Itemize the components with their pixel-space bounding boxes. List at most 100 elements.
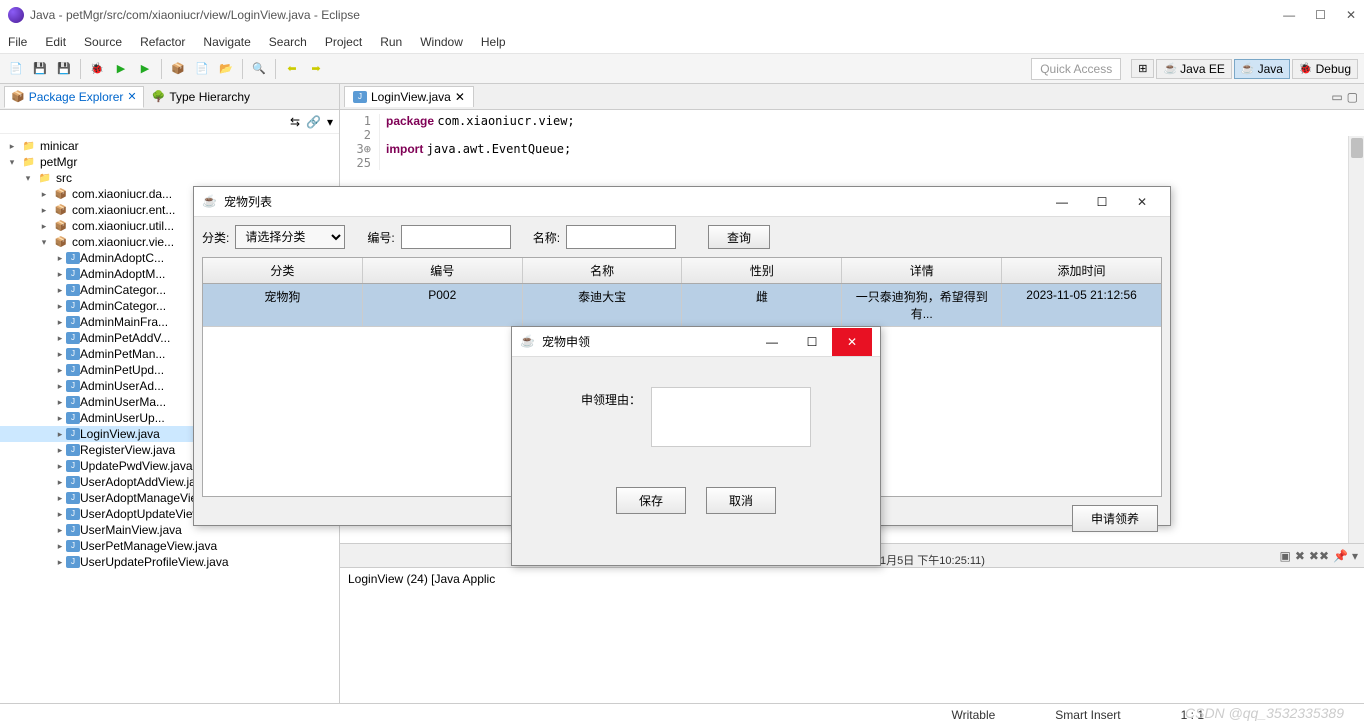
run-icon[interactable]: ▶ (111, 59, 131, 79)
java-file-icon: J (353, 91, 367, 103)
search-icon[interactable]: 🔍 (249, 59, 269, 79)
claim-minimize[interactable]: — (752, 328, 792, 356)
java-file-icon: J (66, 412, 80, 424)
name-label: 名称: (533, 229, 560, 246)
category-select[interactable]: 请选择分类 (235, 225, 345, 249)
menu-refactor[interactable]: Refactor (140, 35, 185, 49)
openfolder-icon[interactable]: 📂 (216, 59, 236, 79)
new-icon[interactable]: 📄 (6, 59, 26, 79)
status-writable: Writable (951, 708, 995, 722)
package-icon (53, 219, 69, 233)
file-item[interactable]: ▸J UserUpdateProfileView.java (0, 554, 339, 570)
menu-navigate[interactable]: Navigate (203, 35, 250, 49)
eclipse-icon (8, 7, 24, 23)
java-file-icon: J (66, 396, 80, 408)
name-input[interactable] (566, 225, 676, 249)
maximize-button[interactable]: ☐ (1315, 8, 1326, 22)
maximize-view-icon[interactable]: ▢ (1347, 90, 1358, 104)
search-button[interactable]: 查询 (708, 225, 770, 249)
back-icon[interactable]: ⬅ (282, 59, 302, 79)
close-tab-icon[interactable]: ✕ (455, 90, 465, 104)
tab-package-explorer[interactable]: 📦 Package Explorer ✕ (4, 86, 144, 108)
table-row[interactable]: 宠物狗P002泰迪大宝雌一只泰迪狗狗，希望得到有...2023-11-05 21… (203, 284, 1161, 326)
claim-close[interactable]: ✕ (832, 328, 872, 356)
saveall-icon[interactable]: 💾 (54, 59, 74, 79)
petlist-close[interactable]: ✕ (1122, 188, 1162, 216)
menu-run[interactable]: Run (380, 35, 402, 49)
editor-scrollbar[interactable] (1348, 136, 1364, 543)
java-file-icon: J (66, 556, 80, 568)
java-file-icon: J (66, 508, 80, 520)
main-toolbar: 📄 💾 💾 🐞 ▶ ▶ 📦 📄 📂 🔍 ⬅ ➡ Quick Access ⊞ ☕… (0, 54, 1364, 84)
status-bar: Writable Smart Insert 1 : 1 (0, 703, 1364, 725)
menu-bar: File Edit Source Refactor Navigate Searc… (0, 30, 1364, 54)
id-label: 编号: (367, 229, 394, 246)
newclass-icon[interactable]: 📄 (192, 59, 212, 79)
pet-search-bar: 分类: 请选择分类 编号: 名称: 查询 (194, 217, 1170, 257)
menu-help[interactable]: Help (481, 35, 506, 49)
collapse-all-icon[interactable]: ⇆ (290, 115, 300, 129)
minimize-view-icon[interactable]: ▭ (1331, 90, 1342, 104)
java-app-icon (520, 334, 536, 350)
save-icon[interactable]: 💾 (30, 59, 50, 79)
console-suffix: 1月5日 下午10:25:11) (880, 552, 985, 568)
menu-edit[interactable]: Edit (45, 35, 66, 49)
apply-adopt-button[interactable]: 申请领养 (1072, 505, 1158, 532)
console-pin-icon[interactable]: 📌 (1333, 549, 1348, 563)
console-remove-icon[interactable]: ✖ (1295, 549, 1305, 563)
reason-textarea[interactable] (651, 387, 811, 447)
file-item[interactable]: ▸J UserPetManageView.java (0, 538, 339, 554)
view-menu-icon[interactable]: ▾ (327, 115, 333, 129)
java-file-icon: J (66, 460, 80, 472)
forward-icon[interactable]: ➡ (306, 59, 326, 79)
tab-type-hierarchy[interactable]: 🌳 Type Hierarchy (146, 87, 256, 107)
java-file-icon: J (66, 428, 80, 440)
perspective-java[interactable]: ☕ Java (1234, 59, 1290, 79)
save-button[interactable]: 保存 (616, 487, 686, 514)
perspective-javaee[interactable]: ☕ Java EE (1156, 59, 1231, 79)
pet-claim-window: 宠物申领 — ☐ ✕ 申领理由： 保存 取消 (511, 326, 881, 566)
reason-label: 申领理由： (581, 387, 641, 408)
java-file-icon: J (66, 284, 80, 296)
console-menu-icon[interactable]: ▾ (1352, 549, 1358, 563)
src-folder-icon (37, 171, 53, 185)
petlist-minimize[interactable]: — (1042, 188, 1082, 216)
window-titlebar: Java - petMgr/src/com/xiaoniucr/view/Log… (0, 0, 1364, 30)
menu-file[interactable]: File (8, 35, 27, 49)
java-file-icon: J (66, 252, 80, 264)
menu-project[interactable]: Project (325, 35, 362, 49)
console-removeall-icon[interactable]: ✖✖ (1309, 549, 1329, 563)
perspective-debug[interactable]: 🐞 Debug (1292, 59, 1358, 79)
quick-access-input[interactable]: Quick Access (1031, 58, 1121, 80)
id-input[interactable] (401, 225, 511, 249)
java-file-icon: J (66, 300, 80, 312)
project-icon (21, 139, 37, 153)
link-editor-icon[interactable]: 🔗 (306, 115, 321, 129)
java-file-icon: J (66, 524, 80, 536)
package-icon (53, 187, 69, 201)
menu-window[interactable]: Window (420, 35, 463, 49)
menu-search[interactable]: Search (269, 35, 307, 49)
runex-icon[interactable]: ▶ (135, 59, 155, 79)
editor-tabs: JLoginView.java ✕ ▭ ▢ (340, 84, 1364, 110)
debug-icon[interactable]: 🐞 (87, 59, 107, 79)
newpkg-icon[interactable]: 📦 (168, 59, 188, 79)
editor-tab-loginview[interactable]: JLoginView.java ✕ (344, 86, 474, 107)
java-app-icon (202, 194, 218, 210)
open-perspective-button[interactable]: ⊞ (1131, 59, 1154, 78)
java-file-icon: J (66, 364, 80, 376)
project-icon (21, 155, 37, 169)
java-file-icon: J (66, 540, 80, 552)
cancel-button[interactable]: 取消 (706, 487, 776, 514)
console-stop-icon[interactable]: ▣ (1280, 549, 1291, 563)
menu-source[interactable]: Source (84, 35, 122, 49)
window-title: Java - petMgr/src/com/xiaoniucr/view/Log… (30, 8, 360, 22)
java-file-icon: J (66, 348, 80, 360)
package-icon (53, 203, 69, 217)
table-header: 分类编号名称性别详情添加时间 (203, 258, 1161, 284)
petlist-maximize[interactable]: ☐ (1082, 188, 1122, 216)
minimize-button[interactable]: — (1283, 8, 1295, 22)
console-view: ▣ ✖ ✖✖ 📌 ▾ LoginView (24) [Java Applic (340, 543, 1364, 703)
claim-maximize[interactable]: ☐ (792, 328, 832, 356)
close-button[interactable]: ✕ (1346, 8, 1356, 22)
